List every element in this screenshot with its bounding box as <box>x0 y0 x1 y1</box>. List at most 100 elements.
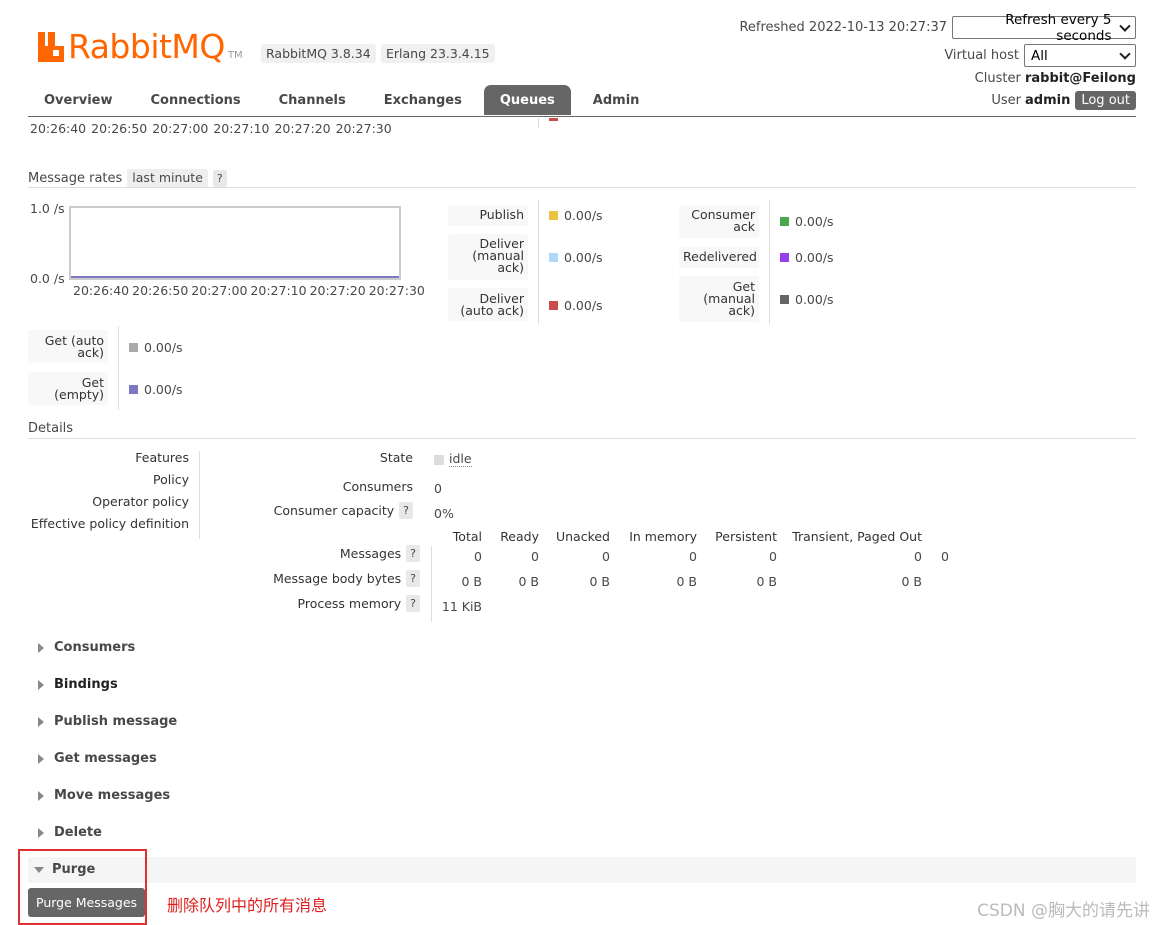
bytes-total: 0 B <box>461 574 482 589</box>
features-label: Features <box>135 450 189 465</box>
rate-value-get-auto-ack: 0.00/s <box>129 340 183 355</box>
section-label: Consumers <box>54 640 136 655</box>
tab-overview[interactable]: Overview <box>28 85 129 115</box>
legend-swatch <box>129 385 138 394</box>
consumer-capacity-help-button[interactable]: ? <box>399 502 413 519</box>
rate-label-consumer-ack[interactable]: Consumer ack <box>679 205 759 238</box>
bytes-unacked: 0 B <box>589 574 610 589</box>
chevron-down-icon <box>1119 47 1131 60</box>
rate-label-get-auto-ack[interactable]: Get (auto ack) <box>28 330 108 363</box>
logout-button[interactable]: Log out <box>1075 91 1136 110</box>
process-memory-help-button[interactable]: ? <box>406 595 420 612</box>
rates-separator <box>118 326 119 410</box>
annotation-text: 删除队列中的所有消息 <box>167 896 328 915</box>
rate-label-get-manual-ack[interactable]: Get (manual ack) <box>679 276 759 322</box>
section-label: Get messages <box>54 751 157 766</box>
chart-x-ticks: 20:26:40 20:26:50 20:27:00 20:27:10 20:2… <box>73 283 425 298</box>
legend-swatch <box>780 217 789 226</box>
column-total: Total <box>452 529 482 544</box>
rate-label-get-empty[interactable]: Get (empty) <box>28 372 108 405</box>
message-rates-chart <box>69 206 401 280</box>
cluster-name: rabbit@Feilong <box>1024 71 1136 86</box>
rate-value-deliver-manual-ack: 0.00/s <box>549 250 603 265</box>
operator-policy-label: Operator policy <box>92 494 189 509</box>
state-value[interactable]: idle <box>449 452 472 467</box>
main-nav-tabs: Overview Connections Channels Exchanges … <box>28 85 661 115</box>
message-body-bytes-row-label: Message body bytes ? <box>250 570 420 587</box>
message-body-bytes-label: Message body bytes <box>273 571 402 586</box>
chart-x-tick: 20:27:10 <box>250 283 307 298</box>
messages-ready: 0 <box>531 549 539 564</box>
rate-label-deliver-auto-ack[interactable]: Deliver (auto ack) <box>448 288 528 321</box>
watermark: CSDN @胸大的请先讲 <box>977 901 1150 921</box>
section-consumers[interactable]: Consumers <box>28 640 135 655</box>
annotation-highlight-box <box>18 849 147 925</box>
rates-separator <box>538 200 539 324</box>
rabbitmq-logo[interactable]: RabbitMQ TM <box>38 26 243 63</box>
rate-value-redelivered: 0.00/s <box>780 250 834 265</box>
tab-queues[interactable]: Queues <box>483 85 571 115</box>
messages-total: 0 <box>474 549 482 564</box>
rate-label-publish[interactable]: Publish <box>448 205 528 226</box>
expand-arrow-icon <box>38 642 44 653</box>
column-in-memory: In memory <box>629 529 697 544</box>
messages-table-separator <box>431 546 432 622</box>
section-bindings[interactable]: Bindings <box>28 677 118 692</box>
message-rates-help-button[interactable]: ? <box>212 169 227 187</box>
message-rates-header: Message rates last minute ? <box>28 169 227 187</box>
tab-exchanges[interactable]: Exchanges <box>368 85 478 115</box>
consumer-capacity-row: Consumer capacity ? <box>250 502 413 519</box>
vhost-select-value: All <box>1031 47 1048 64</box>
chart-x-tick: 20:26:40 <box>73 283 130 298</box>
expand-arrow-icon <box>38 716 44 727</box>
rate-label-redelivered[interactable]: Redelivered <box>679 247 759 268</box>
user-info: User admin Log out <box>991 91 1136 110</box>
chart-y-top-label: 1.0 /s <box>30 201 65 216</box>
tab-connections[interactable]: Connections <box>135 85 257 115</box>
rate-value-text: 0.00/s <box>795 292 834 307</box>
column-persistent: Persistent <box>715 529 777 544</box>
refreshed-timestamp: Refreshed 2022-10-13 20:27:37 <box>739 20 947 35</box>
virtual-host-label: Virtual host <box>944 48 1019 63</box>
chart-x-tick: 20:27:20 <box>309 283 366 298</box>
rate-value-get-manual-ack: 0.00/s <box>780 292 834 307</box>
bytes-persistent: 0 B <box>756 574 777 589</box>
expand-arrow-icon <box>38 790 44 801</box>
message-body-bytes-help-button[interactable]: ? <box>406 570 420 587</box>
legend-swatch <box>780 295 789 304</box>
logo-trademark: TM <box>227 50 243 61</box>
column-ready: Ready <box>500 529 539 544</box>
virtual-host-select[interactable]: All <box>1024 44 1136 67</box>
rate-value-get-empty: 0.00/s <box>129 382 183 397</box>
chart-x-tick: 20:27:00 <box>191 283 248 298</box>
legend-swatch <box>549 301 558 310</box>
bytes-in-memory: 0 B <box>676 574 697 589</box>
rate-value-text: 0.00/s <box>564 298 603 313</box>
rate-label-deliver-manual-ack[interactable]: Deliver (manual ack) <box>448 234 528 280</box>
section-get-messages[interactable]: Get messages <box>28 751 157 766</box>
messages-transient: 0 <box>914 549 922 564</box>
legend-swatch <box>129 343 138 352</box>
section-delete[interactable]: Delete <box>28 825 102 840</box>
policy-label: Policy <box>153 472 189 487</box>
refresh-interval-select[interactable]: Refresh every 5 seconds <box>952 12 1136 44</box>
process-memory-label: Process memory <box>297 596 402 611</box>
table-row: 11 KiB <box>441 599 482 614</box>
section-move-messages[interactable]: Move messages <box>28 788 170 803</box>
refresh-select-value: Refresh every 5 seconds <box>1005 11 1112 44</box>
messages-help-button[interactable]: ? <box>406 545 420 562</box>
consumer-capacity-value: 0% <box>434 506 454 521</box>
chevron-down-icon <box>1119 20 1131 31</box>
consumer-capacity-label: Consumer capacity <box>273 503 395 518</box>
messages-extra: 0 <box>941 549 949 564</box>
tab-channels[interactable]: Channels <box>263 85 362 115</box>
chart-y-bottom-label: 0.0 /s <box>30 271 65 286</box>
rates-range-selector[interactable]: last minute <box>127 169 208 187</box>
details-title: Details <box>28 421 74 436</box>
section-publish-message[interactable]: Publish message <box>28 714 177 729</box>
previous-chart-x-ticks: 20:26:40 20:26:50 20:27:00 20:27:10 20:2… <box>30 121 392 136</box>
rate-value-text: 0.00/s <box>144 340 183 355</box>
section-label: Move messages <box>54 788 171 803</box>
user-label: User <box>991 93 1021 108</box>
tab-admin[interactable]: Admin <box>577 85 656 115</box>
